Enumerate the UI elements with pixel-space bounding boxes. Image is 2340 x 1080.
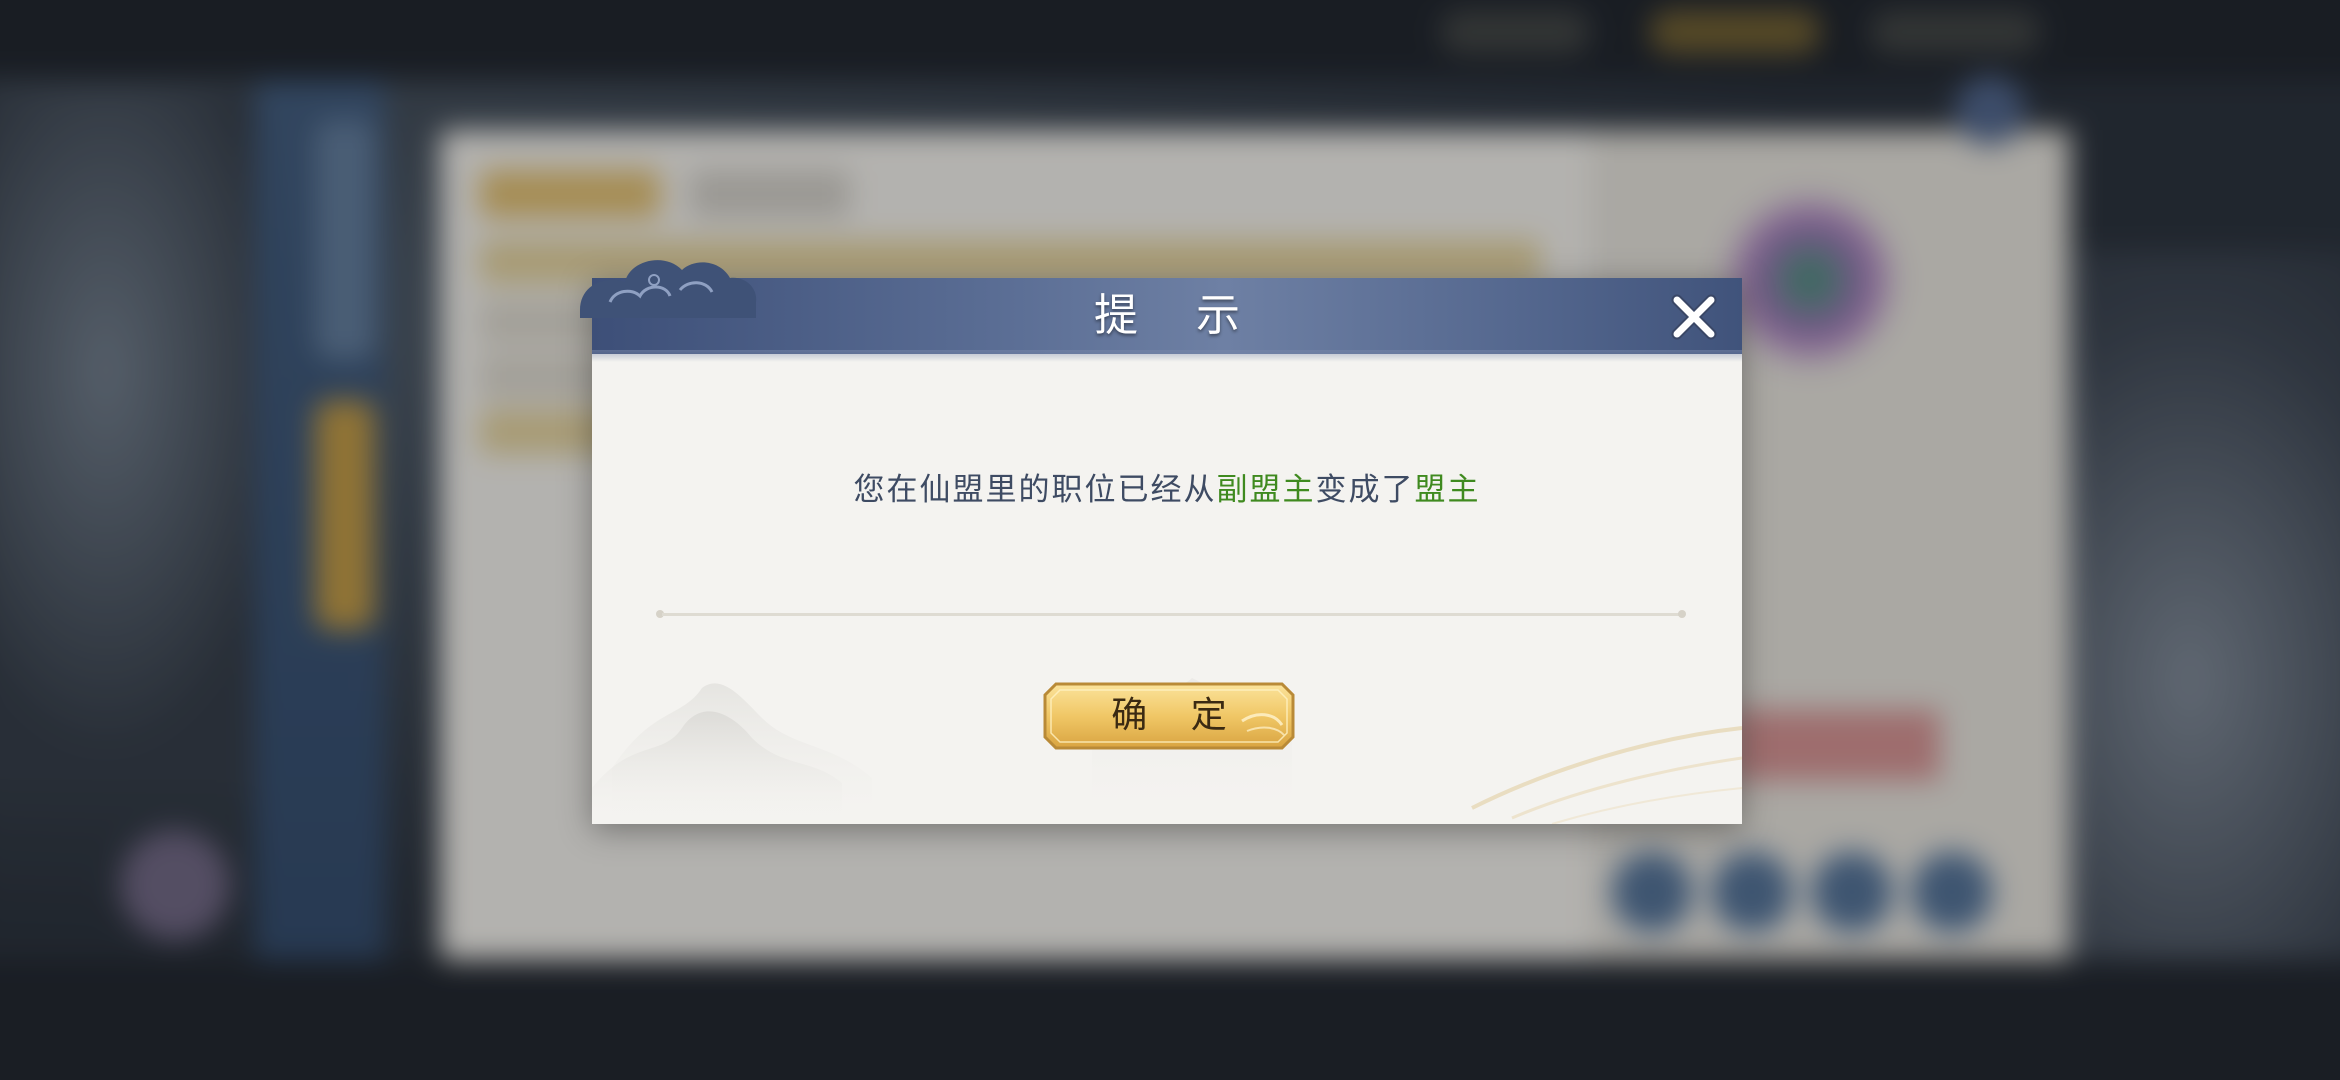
dialog-message: 您在仙盟里的职位已经从副盟主变成了盟主 [592,464,1742,509]
message-middle: 变成了 [1315,472,1415,508]
new-role-highlight: 盟主 [1414,472,1481,508]
game-screen: 提 示 您在仙盟里的职位已经从副盟主变成了盟主 确 定 [0,0,2340,1080]
notice-dialog: 提 示 您在仙盟里的职位已经从副盟主变成了盟主 确 定 [580,260,1742,824]
divider [656,610,1686,618]
confirm-button[interactable]: 确 定 [1042,681,1296,751]
close-x-icon [1671,294,1717,340]
dialog-header: 提 示 [580,260,1742,362]
dialog-title: 提 示 [1094,290,1262,341]
close-button[interactable] [1667,292,1721,342]
confirm-label: 确 定 [1111,695,1243,736]
old-role-highlight: 副盟主 [1216,472,1316,508]
message-prefix: 您在仙盟里的职位已经从 [853,472,1217,508]
